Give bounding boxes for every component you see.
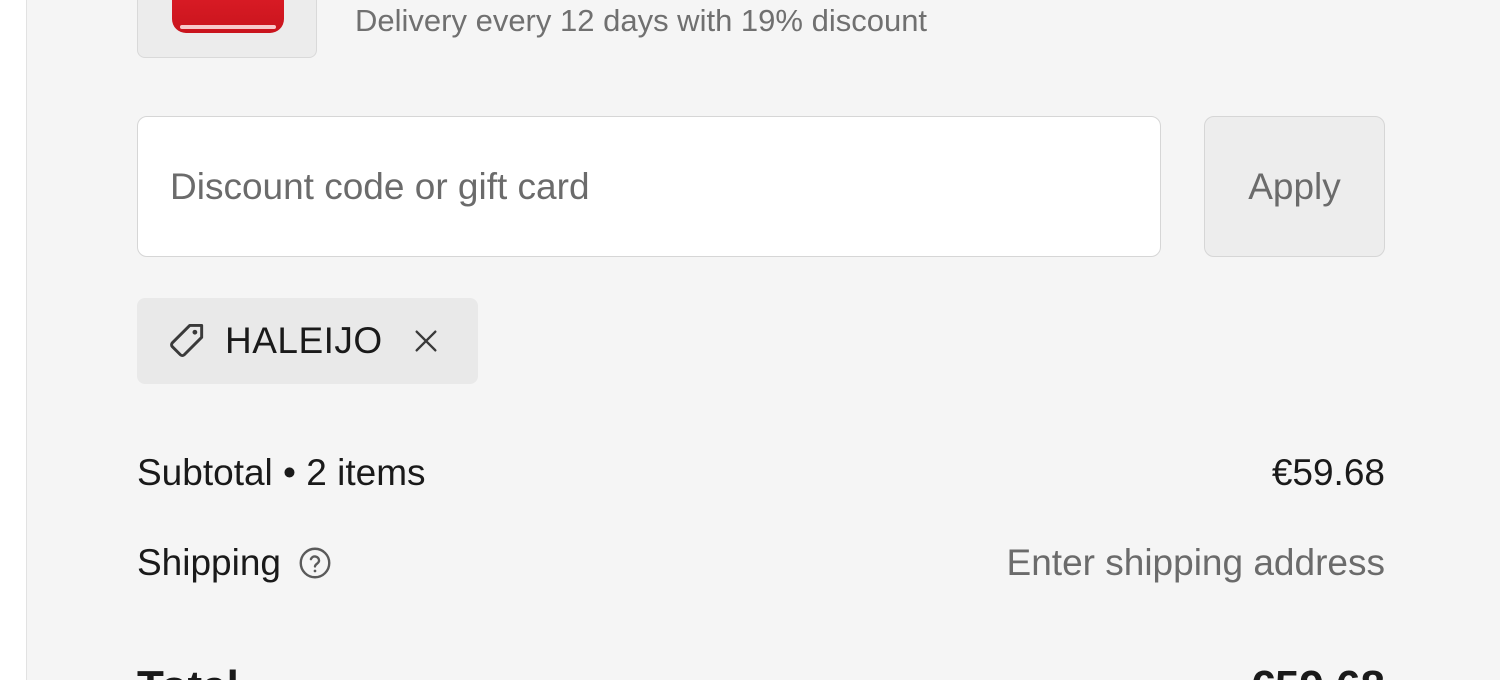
total-value: €59.68: [1250, 662, 1385, 680]
close-icon: [415, 330, 437, 352]
total-label: Total: [137, 662, 239, 680]
question-circle-icon[interactable]: [297, 545, 333, 581]
subtotal-value: €59.68: [1271, 452, 1385, 493]
product-thumbnail: [137, 0, 317, 58]
shipping-row-label: Shipping: [137, 542, 333, 584]
delivery-frequency-note: Delivery every 12 days with 19% discount: [355, 3, 928, 38]
tag-icon: [170, 323, 204, 357]
subtotal-label: Subtotal • 2 items: [137, 452, 426, 493]
order-summary-panel: Delivery every 12 days with 19% discount…: [26, 0, 1500, 680]
discount-code-input[interactable]: [137, 116, 1161, 257]
shipping-label: Shipping: [137, 542, 282, 583]
remove-discount-button[interactable]: [409, 324, 443, 358]
applied-discount-code: HALEIJO: [225, 320, 383, 361]
apply-discount-button[interactable]: Apply: [1204, 116, 1385, 257]
applied-discount-chip: HALEIJO: [137, 298, 478, 384]
shipping-value: Enter shipping address: [1006, 542, 1385, 583]
product-image: [172, 0, 284, 33]
